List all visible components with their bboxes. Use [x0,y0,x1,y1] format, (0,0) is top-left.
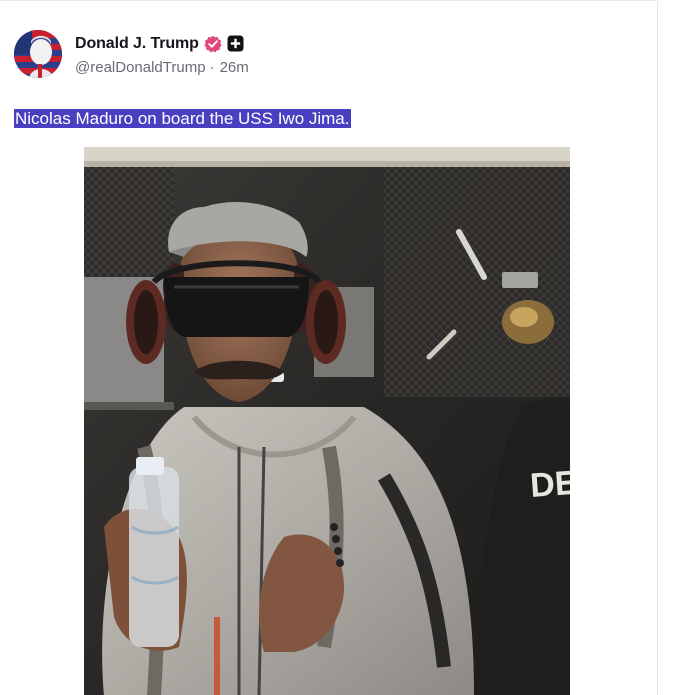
post-card: Donald J. Trump @realDonaldTrump · 26m N… [0,0,657,695]
avatar[interactable] [14,30,62,78]
handle[interactable]: @realDonaldTrump [75,59,206,76]
post-header: Donald J. Trump @realDonaldTrump · 26m [14,29,249,79]
name-row: Donald J. Trump [75,33,249,55]
plus-badge-icon [227,35,244,52]
right-gutter [658,0,676,695]
author-info: Donald J. Trump @realDonaldTrump · 26m [75,33,249,76]
meta-separator: · [209,58,215,76]
timestamp[interactable]: 26m [220,59,249,76]
post-text: Nicolas Maduro on board the USS Iwo Jima… [14,109,351,129]
verified-badge-icon [204,35,222,53]
post-image[interactable]: DEA [84,147,570,695]
post-text-content: Nicolas Maduro on board the USS Iwo Jima… [14,109,351,128]
meta-row: @realDonaldTrump · 26m [75,59,249,76]
dea-shirt-text: DEA [529,462,570,505]
display-name[interactable]: Donald J. Trump [75,35,199,53]
